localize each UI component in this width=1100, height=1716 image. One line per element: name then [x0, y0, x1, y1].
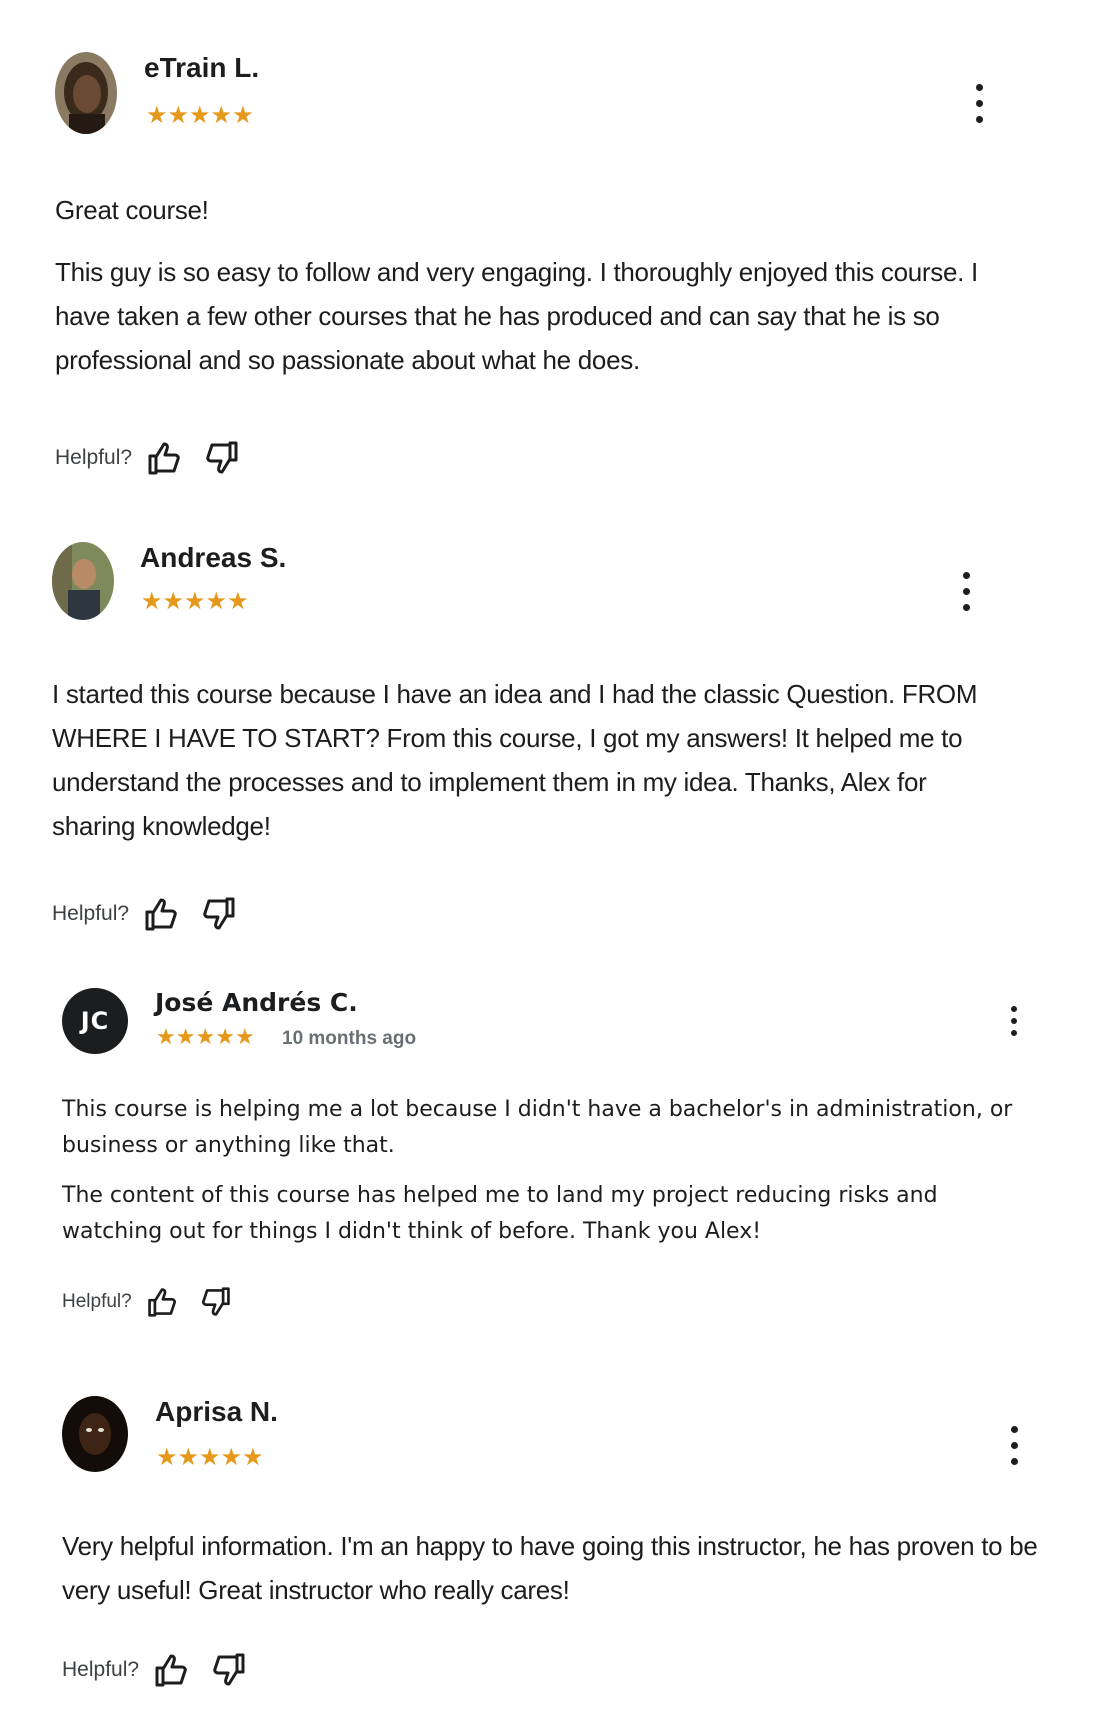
review-body-paragraph: This course is helping me a lot because … — [62, 1097, 1013, 1158]
star-icon: ★ — [220, 1444, 243, 1471]
review-body-paragraph: The content of this course has helped me… — [62, 1183, 938, 1244]
star-icon: ★ — [227, 588, 249, 615]
star-icon: ★ — [175, 1024, 196, 1049]
star-icon: ★ — [162, 588, 185, 615]
star-icon: ★ — [210, 102, 233, 129]
avatar — [62, 1396, 128, 1472]
more-options-icon[interactable] — [970, 82, 990, 126]
helpful-label: Helpful? — [62, 1658, 140, 1681]
star-icon: ★ — [232, 102, 254, 129]
reviewer-name: Aprisa N. — [155, 1396, 278, 1427]
avatar — [55, 52, 117, 134]
thumbs-up-icon[interactable] — [146, 440, 182, 476]
reviewer-name: eTrain L. — [144, 52, 260, 83]
star-icon: ★ — [234, 1024, 255, 1049]
star-icon: ★ — [189, 102, 211, 129]
reviewer-name: Andreas S. — [140, 542, 287, 573]
thumbs-down-icon[interactable] — [201, 896, 237, 932]
review-time: 10 months ago — [282, 1028, 417, 1049]
more-options-icon[interactable] — [957, 570, 977, 614]
star-rating: ★ ★ ★ ★ ★ — [156, 1446, 264, 1470]
star-icon: ★ — [167, 102, 190, 129]
star-icon: ★ — [141, 588, 163, 615]
star-rating: ★ ★ ★ ★ ★ — [141, 590, 249, 614]
star-icon: ★ — [199, 1444, 221, 1471]
reviewer-name: José Andrés C. — [155, 988, 358, 1017]
thumbs-up-icon[interactable] — [153, 1652, 189, 1688]
thumbs-down-icon[interactable] — [204, 440, 240, 476]
star-icon: ★ — [215, 1024, 235, 1049]
star-rating: ★ ★ ★ ★ ★ — [156, 1026, 255, 1048]
star-icon: ★ — [205, 588, 228, 615]
review-body: Very helpful information. I'm an happy t… — [62, 1531, 1038, 1605]
avatar: JC — [62, 988, 128, 1054]
thumbs-up-icon[interactable] — [146, 1286, 178, 1318]
star-icon: ★ — [184, 588, 206, 615]
thumbs-up-icon[interactable] — [143, 896, 179, 932]
star-icon: ★ — [177, 1444, 200, 1471]
helpful-label: Helpful? — [62, 1291, 132, 1312]
helpful-row: Helpful? — [52, 896, 259, 932]
review-body: This guy is so easy to follow and very e… — [55, 257, 978, 375]
helpful-label: Helpful? — [55, 446, 133, 469]
helpful-label: Helpful? — [52, 902, 130, 925]
star-icon: ★ — [195, 1024, 216, 1049]
thumbs-down-icon[interactable] — [211, 1652, 247, 1688]
avatar — [52, 542, 114, 620]
helpful-row: Helpful? — [62, 1286, 254, 1318]
helpful-row: Helpful? — [55, 440, 262, 476]
more-options-icon[interactable] — [1005, 1004, 1025, 1040]
more-options-icon[interactable] — [1005, 1424, 1025, 1468]
star-icon: ★ — [156, 1444, 178, 1471]
helpful-row: Helpful? — [62, 1652, 269, 1688]
review-title: Great course! — [55, 195, 209, 225]
star-icon: ★ — [146, 102, 168, 129]
star-icon: ★ — [156, 1024, 176, 1049]
review-body: I started this course because I have an … — [52, 679, 978, 841]
star-icon: ★ — [242, 1444, 264, 1471]
star-rating: ★ ★ ★ ★ ★ — [146, 104, 254, 128]
thumbs-down-icon[interactable] — [200, 1286, 232, 1318]
